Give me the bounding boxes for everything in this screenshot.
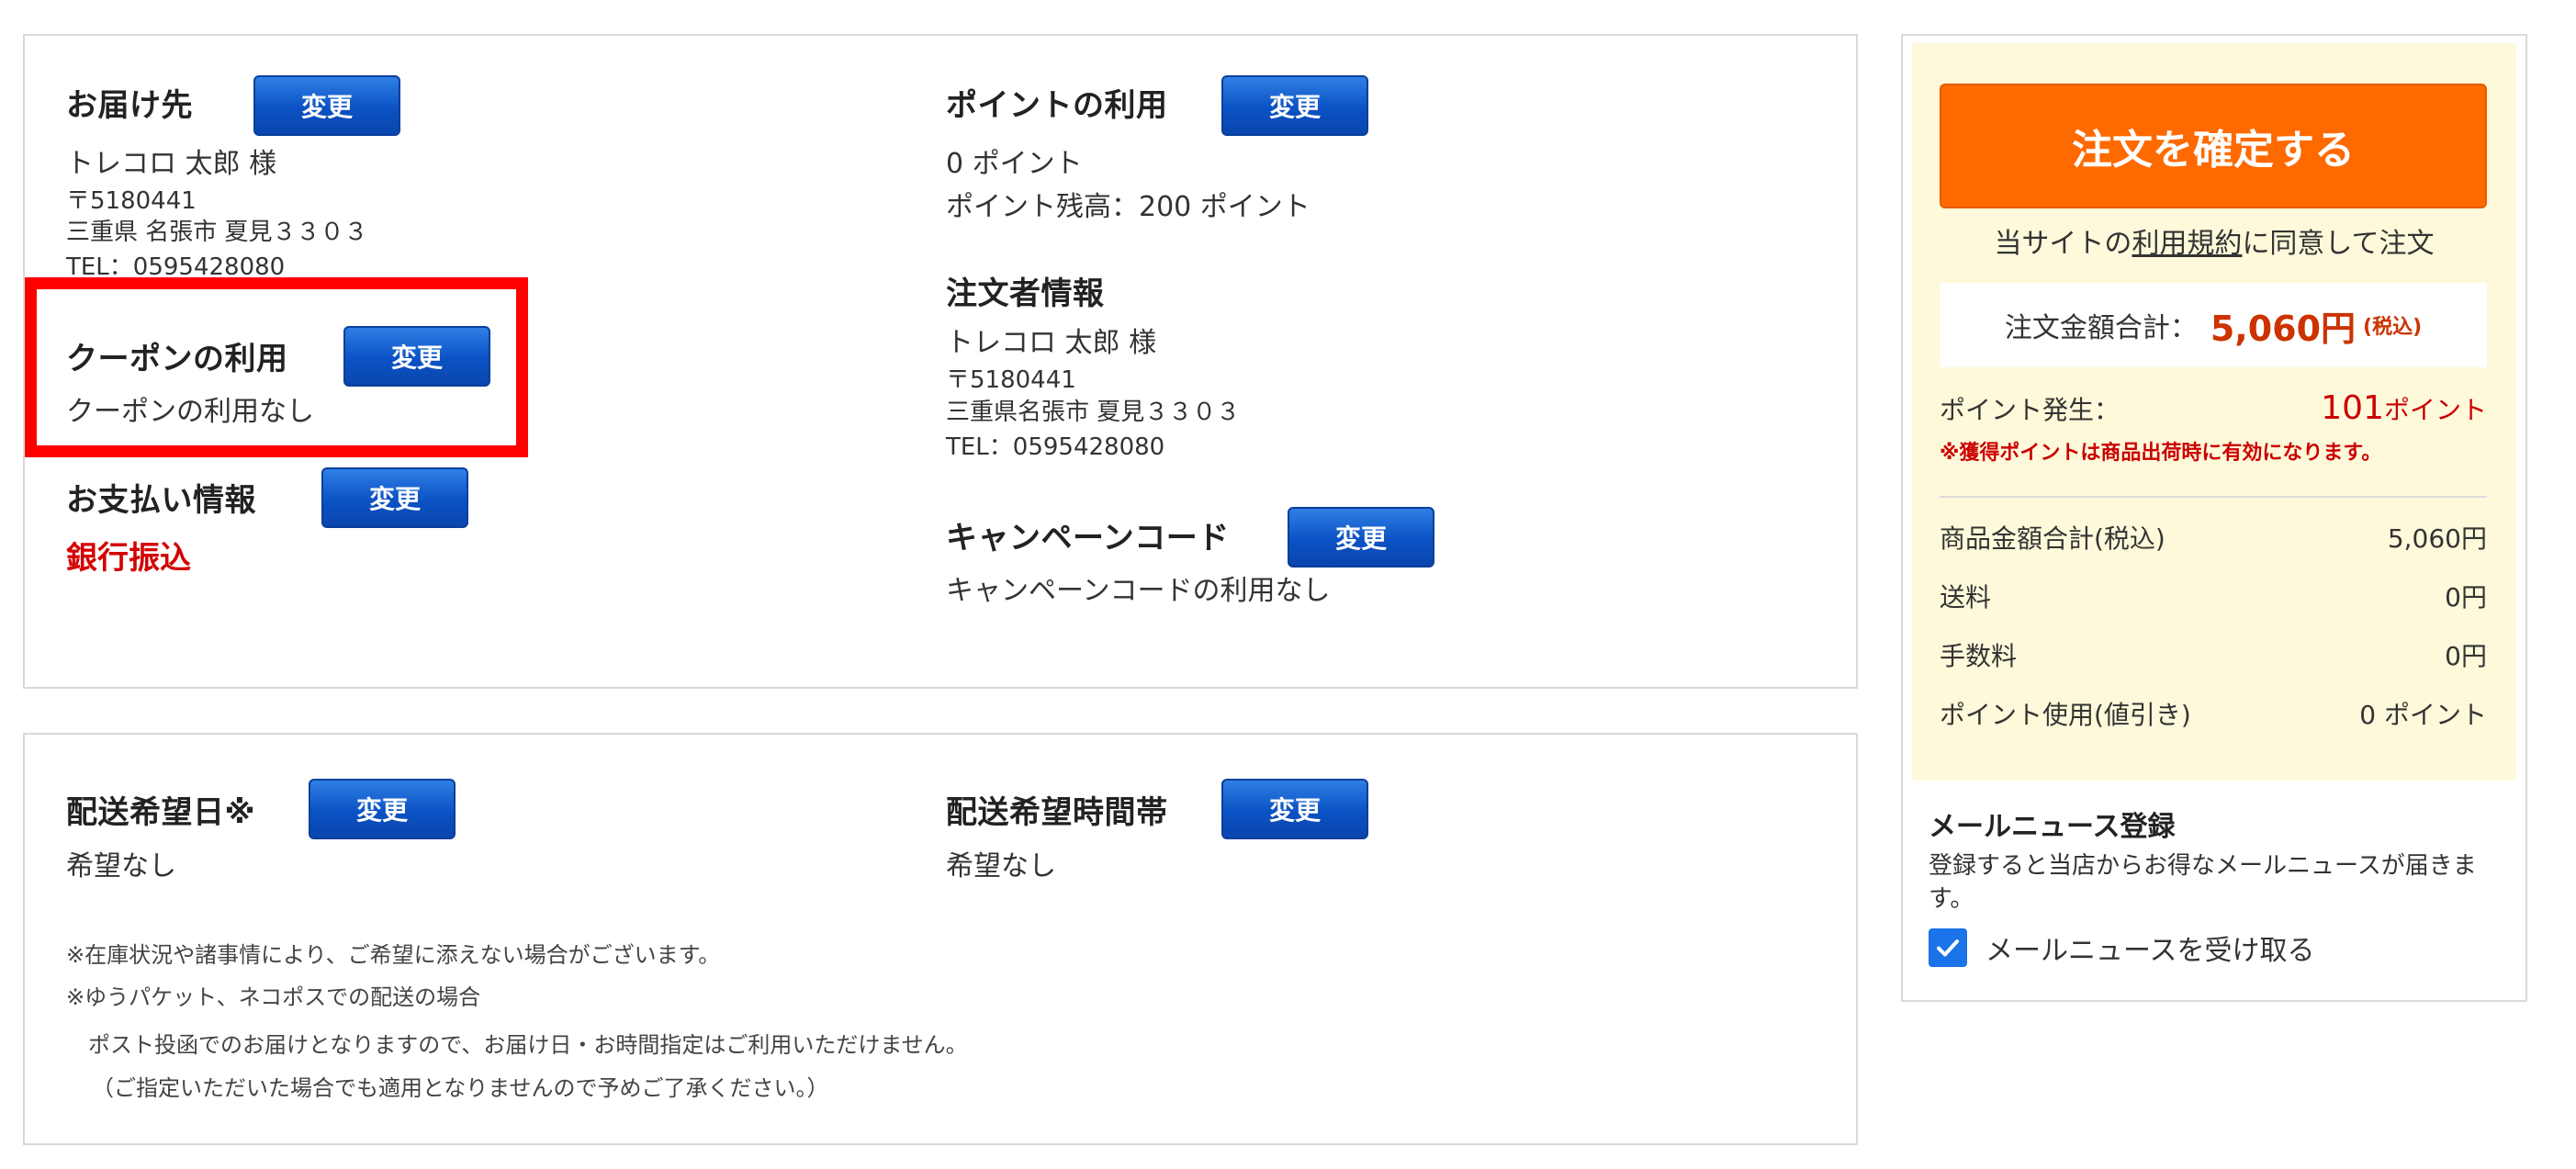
orderer-name: トレコロ 太郎 様 <box>946 327 1157 359</box>
delivery-date-change-button[interactable]: 変更 <box>309 779 456 839</box>
delivery-note: （ご指定いただいた場合でも適用となりませんので予めご了承ください。） <box>92 1075 829 1101</box>
orderer-tel: TEL：0595428080 <box>946 433 1165 461</box>
terms-prefix: 当サイトの <box>1994 228 2132 260</box>
delivery-date-title: 配送希望日※ <box>66 794 256 831</box>
points-used: 0 ポイント <box>946 148 1083 180</box>
summary-row-label: 手数料 <box>1940 641 2018 671</box>
summary-row-value: 0円 <box>2445 582 2487 613</box>
terms-link[interactable]: 利用規約 <box>2132 228 2242 260</box>
points-earned-value: 101ポイント <box>2321 389 2487 427</box>
shipping-address-change-button[interactable]: 変更 <box>253 75 400 136</box>
payment-change-button[interactable]: 変更 <box>321 467 468 528</box>
terms-suffix: に同意して注文 <box>2242 228 2435 260</box>
orderer-title: 注文者情報 <box>946 275 1105 312</box>
points-usage-title: ポイントの利用 <box>946 87 1168 124</box>
shipping-address-title: お届け先 <box>66 87 193 124</box>
summary-row-value: 0 ポイント <box>2359 700 2487 730</box>
summary-row-value: 5,060円 <box>2387 523 2487 554</box>
points-earned-row: ポイント発生： 101ポイント <box>1940 389 2487 427</box>
campaign-change-button[interactable]: 変更 <box>1288 507 1434 568</box>
confirm-order-button[interactable]: 注文を確定する <box>1940 84 2487 208</box>
payment-title: お支払い情報 <box>66 482 256 519</box>
delivery-date-value: 希望なし <box>66 850 176 882</box>
shipping-postal: 〒5180441 <box>66 187 197 215</box>
points-earned-number: 101 <box>2321 389 2384 427</box>
campaign-code-title: キャンペーンコード <box>946 520 1230 556</box>
points-earned-label: ポイント発生： <box>1940 395 2120 425</box>
summary-row: 商品金額合計(税込) 5,060円 <box>1940 519 2487 556</box>
shipping-name: トレコロ 太郎 様 <box>66 148 277 180</box>
mail-news-title: メールニュース登録 <box>1929 811 2176 843</box>
summary-row: 手数料 0円 <box>1940 636 2487 673</box>
summary-divider <box>1940 496 2487 498</box>
summary-row-value: 0円 <box>2445 641 2487 671</box>
check-icon <box>1937 939 1959 957</box>
points-balance: ポイント残高：200 ポイント <box>946 191 1310 223</box>
summary-row-label: 商品金額合計(税込) <box>1940 523 2165 554</box>
points-note: ※獲得ポイントは商品出荷時に有効になります。 <box>1940 442 2382 465</box>
coupon-highlight-box <box>25 277 528 457</box>
delivery-note: ※在庫状況や諸事情により、ご希望に添えない場合がございます。 <box>66 942 721 968</box>
orderer-postal: 〒5180441 <box>946 366 1076 394</box>
summary-row-label: 送料 <box>1940 582 1992 613</box>
order-total-amount: 5,060円 <box>2210 308 2357 349</box>
order-total: 注文金額合計： 5,060円 (税込) <box>1940 283 2487 367</box>
orderer-address: 三重県名張市 夏見３３０３ <box>946 399 1241 426</box>
order-total-tax: (税込) <box>2363 316 2423 339</box>
summary-row: 送料 0円 <box>1940 578 2487 614</box>
delivery-note: ポスト投函でのお届けとなりますので、お届け日・お時間指定はご利用いただけません。 <box>66 1032 968 1058</box>
mail-news-checkbox[interactable] <box>1929 928 1967 967</box>
summary-row: ポイント使用(値引き) 0 ポイント <box>1940 695 2487 732</box>
points-change-button[interactable]: 変更 <box>1221 75 1368 136</box>
mail-news-option[interactable]: メールニュースを受け取る <box>1929 927 2315 968</box>
mail-news-checkbox-label[interactable]: メールニュースを受け取る <box>1985 927 2315 968</box>
points-earned-unit: ポイント <box>2383 395 2487 425</box>
payment-method: 銀行振込 <box>66 540 191 577</box>
delivery-time-value: 希望なし <box>946 850 1056 882</box>
campaign-code-value: キャンペーンコードの利用なし <box>946 575 1331 607</box>
delivery-time-title: 配送希望時間帯 <box>946 794 1168 831</box>
order-total-label: 注文金額合計： <box>2004 312 2198 344</box>
delivery-note: ※ゆうパケット、ネコポスでの配送の場合 <box>66 984 481 1010</box>
mail-news-description: 登録すると当店からお得なメールニュースが届きます。 <box>1929 852 2477 913</box>
shipping-address: 三重県 名張市 夏見３３０３ <box>66 219 368 246</box>
terms-agreement: 当サイトの利用規約に同意して注文 <box>1912 220 2516 261</box>
delivery-time-change-button[interactable]: 変更 <box>1221 779 1368 839</box>
summary-row-label: ポイント使用(値引き) <box>1940 700 2191 730</box>
